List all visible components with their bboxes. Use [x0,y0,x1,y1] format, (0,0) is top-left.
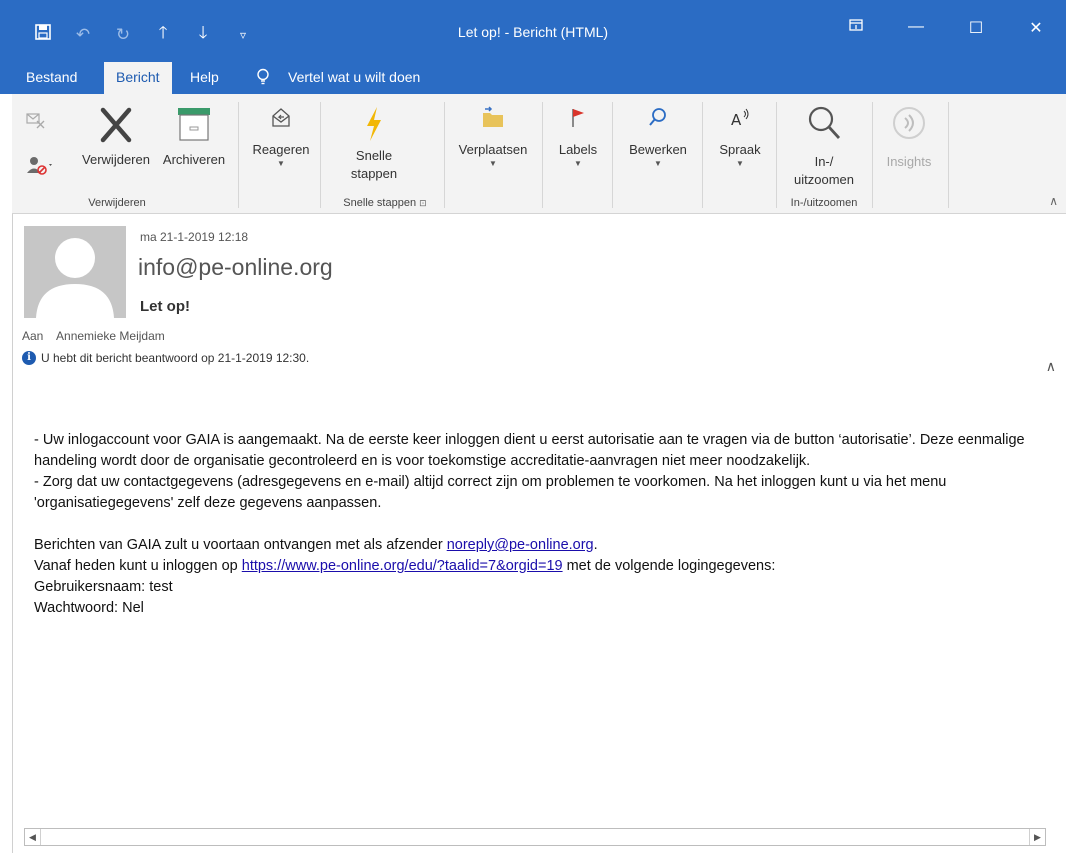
zoom-magnifier-icon [808,106,841,139]
to-label: Aan [22,329,44,343]
labels-button[interactable]: Labels ▼ [550,106,606,169]
message-body: - Uw inlogaccount voor GAIA is aangemaak… [34,430,1044,619]
info-icon: i [22,351,36,365]
body-paragraph: - Uw inlogaccount voor GAIA is aangemaak… [34,432,1025,469]
close-button[interactable]: ✕ [1006,18,1066,38]
delete-x-icon [100,107,132,143]
move-button[interactable]: Verplaatsen ▼ [452,106,534,169]
recipient-name[interactable]: Annemieke Meijdam [56,329,165,343]
collapse-header-icon[interactable]: ∧ [1046,358,1056,375]
body-paragraph: Berichten van GAIA zult u voortaan ontva… [34,537,598,553]
body-paragraph: Vanaf heden kunt u inloggen op https://w… [34,558,776,574]
reply-notice-text: U hebt dit bericht beantwoord op 21-1-20… [41,351,310,365]
dialog-launcher-icon[interactable]: ⊡ [419,198,427,208]
reply-envelope-icon [272,108,290,127]
avatar [24,226,126,318]
lightbulb-icon [257,68,269,85]
insights-icon [893,107,925,139]
collapse-ribbon-icon[interactable]: ∧ [1049,194,1058,208]
maximize-button[interactable]: ☐ [946,18,1006,38]
svg-text:A: A [731,111,742,129]
quick-steps-button[interactable]: Snelle stappen [330,106,418,183]
archive-button[interactable]: Archiveren [154,104,234,169]
speech-button[interactable]: A Spraak ▼ [710,106,770,169]
edit-button[interactable]: Bewerken ▼ [620,106,696,169]
person-icon [36,238,114,318]
scroll-right-icon[interactable]: ▶ [1029,829,1045,845]
ignore-button[interactable] [22,108,48,135]
archive-icon [178,108,210,141]
noreply-link[interactable]: noreply@pe-online.org [447,537,594,553]
junk-button[interactable] [22,154,58,181]
minimize-button[interactable]: — [886,18,946,38]
ribbon: Verwijderen Archiveren Verwijderen Reage… [12,94,1066,214]
reply-notice: i U hebt dit bericht beantwoord op 21-1-… [22,351,309,365]
sent-date: ma 21-1-2019 12:18 [140,230,249,244]
ribbon-tabs: Bestand Bericht Help Vertel wat u wilt d… [0,62,1066,94]
scroll-left-icon[interactable]: ◀ [25,829,41,845]
body-paragraph: - Zorg dat uw contactgegevens (adresgege… [34,474,947,511]
ribbon-display-icon[interactable] [826,18,886,38]
reply-button[interactable]: Reageren ▼ [248,106,314,169]
tab-help[interactable]: Help [178,62,231,94]
zoom-button[interactable]: In-/ uitzoomen [778,104,870,189]
horizontal-scrollbar[interactable]: ◀ ▶ [24,828,1046,846]
search-icon [649,108,666,126]
insights-button[interactable]: Insights [878,104,940,171]
ignore-icon [26,113,45,129]
lightning-icon [367,107,381,141]
sender-address[interactable]: info@pe-online.org [138,254,333,281]
password-line: Wachtwoord: Nel [34,600,144,616]
group-label-verwijderen: Verwijderen [88,197,146,209]
folder-move-icon [483,106,503,127]
group-label-zoom: In-/uitzoomen [790,197,858,209]
delete-button[interactable]: Verwijderen [70,104,162,169]
group-label-snelle-stappen: Snelle stappen ⊡ [343,197,427,209]
tell-me-search[interactable]: Vertel wat u wilt doen [276,62,432,94]
junk-icon [27,157,52,175]
read-aloud-icon: A [731,108,749,129]
subject: Let op! [140,298,190,315]
tab-bestand[interactable]: Bestand [14,62,89,94]
recipients: Aan Annemieke Meijdam [22,329,165,343]
tab-bericht[interactable]: Bericht [104,62,172,94]
flag-icon [572,109,584,127]
username-line: Gebruikersnaam: test [34,579,173,595]
login-url-link[interactable]: https://www.pe-online.org/edu/?taalid=7&… [242,558,563,574]
